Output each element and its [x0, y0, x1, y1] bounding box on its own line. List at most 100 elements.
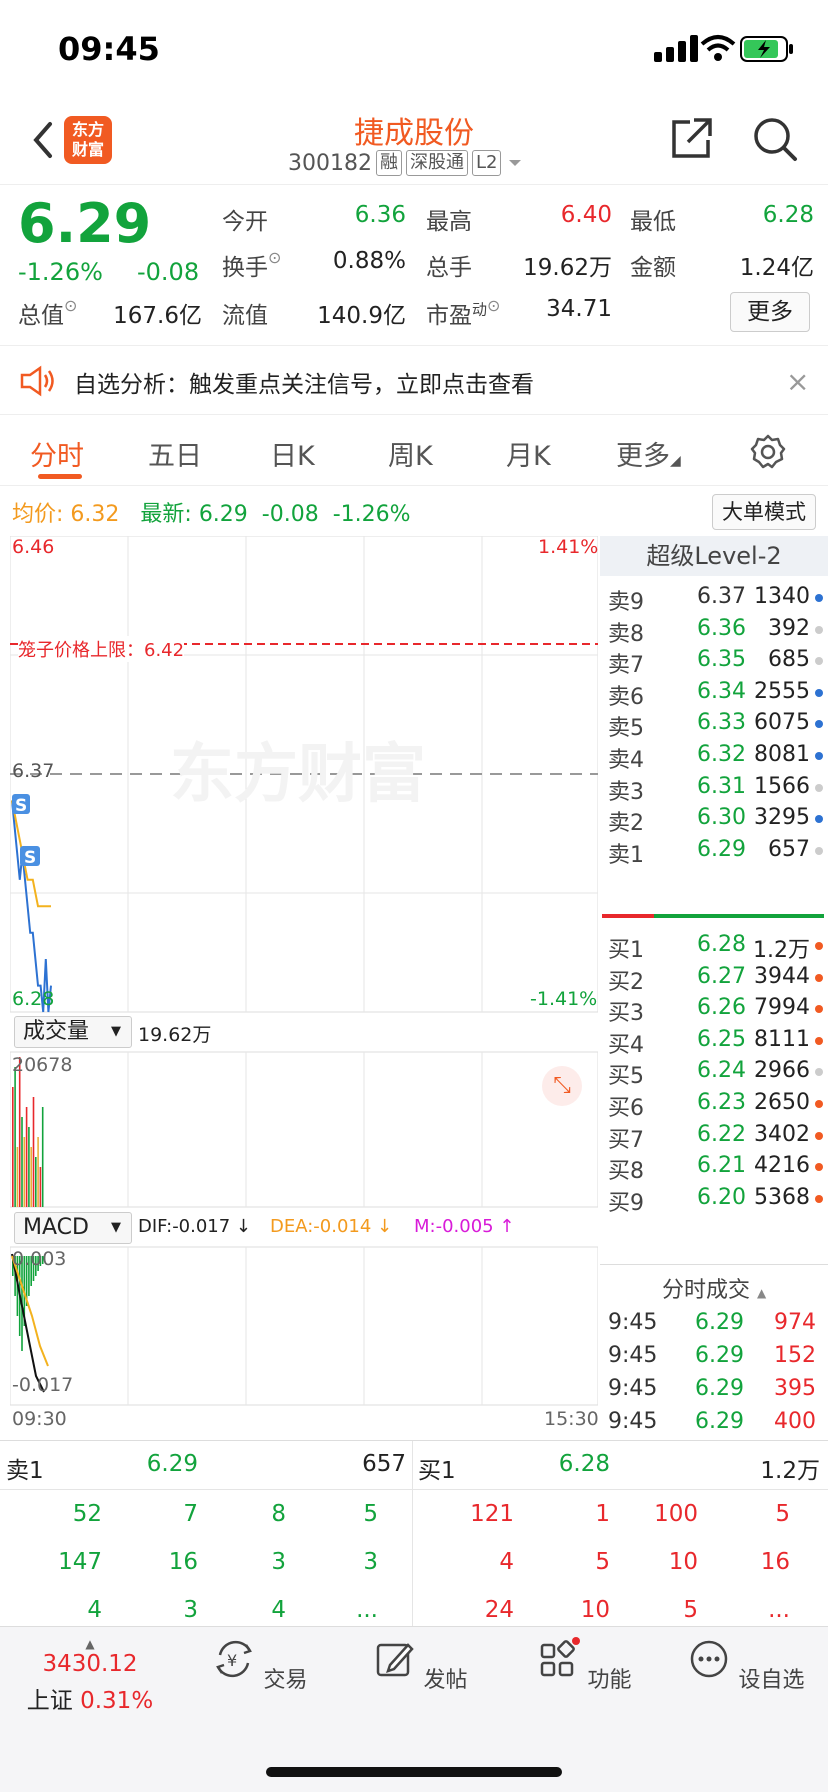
order-row[interactable]: 卖1 6.29 657 [608, 833, 823, 869]
order-volume: 7994 [754, 995, 810, 1021]
stock-code-row[interactable]: 300182 融 深股通 L2 [288, 150, 525, 176]
open-label: 今开 [222, 209, 268, 235]
prev-close-label: 6.37 [12, 760, 55, 782]
battery-icon [740, 36, 793, 62]
notice-text: 自选分析：触发重点关注信号，立即点击查看 [74, 372, 534, 398]
divider [600, 1264, 828, 1265]
svg-text:S: S [15, 796, 27, 816]
order-dot [815, 752, 823, 760]
order-dot [815, 815, 823, 824]
search-icon[interactable] [752, 116, 798, 162]
intraday-chart[interactable]: 东方财富 S S 6.46 1.41% 笼子价格上限：6.42 6.37 6.2… [10, 536, 599, 1440]
order-row[interactable]: 卖6 6.34 2555 [608, 675, 823, 711]
queue-volume: 4 [87, 1597, 102, 1623]
order-row[interactable]: 卖8 6.36 392 [608, 612, 823, 648]
order-row[interactable]: 卖3 6.31 1566 [608, 770, 823, 806]
expand-icon[interactable]: ⤡ [542, 1066, 582, 1106]
tab-more[interactable]: 更多◢ [616, 434, 681, 473]
order-row[interactable]: 卖4 6.32 8081 [608, 738, 823, 774]
dif-line [11, 1253, 45, 1393]
queue-volume: 16 [168, 1549, 198, 1575]
level2-panel: 超级Level-2 卖9 6.37 1340 卖8 6.36 392 卖7 6.35 685 卖6… [600, 536, 828, 1440]
nav-post[interactable]: 发帖 [360, 1637, 480, 1694]
volume-bar [37, 1137, 39, 1207]
nav-add-watchlist[interactable]: 设自选 [686, 1637, 806, 1694]
order-volume: 2555 [754, 678, 810, 704]
avg-price: 6.32 [70, 502, 120, 527]
tab-weekly-k[interactable]: 周K [388, 434, 433, 473]
volume-bar [32, 1097, 35, 1207]
queue-volume: 8 [271, 1501, 286, 1527]
tab-monthly-k[interactable]: 月K [506, 434, 551, 473]
order-row[interactable]: 买6 6.23 2650 [608, 1086, 823, 1122]
order-row[interactable]: 买2 6.27 3944 [608, 960, 823, 996]
order-row[interactable]: 卖7 6.35 685 [608, 643, 823, 679]
trade-row: 9:45 6.29 400 [608, 1405, 823, 1443]
order-row[interactable]: 买8 6.21 4216 [608, 1149, 823, 1185]
order-volume: 685 [768, 647, 810, 673]
trade-time: 9:45 [608, 1376, 658, 1401]
share-icon[interactable] [668, 116, 714, 162]
volume-indicator-select[interactable]: 成交量 ▼ [14, 1016, 132, 1048]
tab-five-day[interactable]: 五日 [148, 434, 202, 473]
volume-bar [18, 1057, 21, 1207]
amount-label: 金额 [630, 255, 676, 281]
quote-panel: 6.29 -1.26% -0.08 今开 6.36 最高 6.40 最低 6.2… [0, 186, 828, 346]
macd-pane-frame [10, 1246, 598, 1406]
trade-time: 9:45 [608, 1409, 658, 1434]
order-row[interactable]: 卖5 6.33 6075 [608, 706, 823, 742]
change-amount: -0.08 [137, 258, 200, 286]
order-level: 买9 [608, 1190, 644, 1216]
queue-volume: 7 [183, 1501, 198, 1527]
queue-volume: 4 [271, 1597, 286, 1623]
volume-pane-frame [10, 1051, 598, 1208]
market-cap-label[interactable]: 总值⊙ [18, 296, 77, 330]
order-row[interactable]: 买5 6.24 2966 [608, 1054, 823, 1090]
status-bar: 09:45 [0, 0, 828, 100]
nav-trade[interactable]: ¥ 交易 [200, 1637, 320, 1694]
order-dot [815, 1163, 823, 1172]
order-row[interactable]: 买7 6.22 3402 [608, 1118, 823, 1154]
more-button[interactable]: 更多 [730, 292, 810, 332]
queue-volume: 10 [668, 1549, 698, 1575]
order-row[interactable]: 买4 6.25 8111 [608, 1023, 823, 1059]
notice-bar[interactable]: 自选分析：触发重点关注信号，立即点击查看 × [0, 347, 828, 415]
tab-daily-k[interactable]: 日K [270, 434, 315, 473]
order-row[interactable]: 买3 6.26 7994 [608, 991, 823, 1027]
volume-bar [30, 1147, 32, 1207]
order-row[interactable]: 买9 6.20 5368 [608, 1181, 823, 1217]
close-icon[interactable]: × [786, 365, 809, 398]
trade-price: 6.29 [695, 1409, 744, 1434]
order-volume: 1340 [754, 584, 810, 609]
queue-volume: 3 [271, 1549, 286, 1575]
order-volume: 3295 [754, 805, 810, 831]
trades-title[interactable]: 分时成交 ▲ [662, 1272, 766, 1304]
watermark: 东方财富 [170, 738, 426, 812]
trade-volume: 400 [774, 1409, 816, 1434]
order-dot [815, 688, 823, 697]
turnover-label[interactable]: 换手⊙ [222, 248, 281, 282]
big-order-mode-button[interactable]: 大单模式 [712, 494, 816, 530]
pe-label[interactable]: 市盈动⊙ [426, 296, 500, 330]
buy-pressure-bar [654, 914, 824, 918]
y-max-pct-label: 1.41% [538, 536, 599, 558]
index-value: 3430.12 [42, 1651, 138, 1677]
status-time: 09:45 [58, 30, 160, 68]
chart-canvas: 东方财富 S S [10, 536, 598, 1406]
nav-functions[interactable]: 功能 [524, 1637, 644, 1694]
level2-title[interactable]: 超级Level-2 [600, 536, 828, 576]
trade-time: 9:45 [608, 1343, 658, 1368]
index-ticker[interactable]: ▲ 3430.12 上证 0.31% [20, 1637, 160, 1715]
queue-volume: 100 [654, 1501, 698, 1527]
order-row[interactable]: 买1 6.28 1.2万 [608, 928, 823, 964]
order-row[interactable]: 卖9 6.37 1340 [608, 580, 823, 616]
dea-value: DEA:-0.014 ↓ [270, 1216, 393, 1237]
high-label: 最高 [426, 209, 472, 235]
tab-intraday[interactable]: 分时 [30, 434, 84, 473]
queue-volume: 121 [470, 1501, 514, 1527]
macd-indicator-select[interactable]: MACD ▼ [14, 1212, 132, 1244]
order-volume: 6075 [754, 710, 810, 736]
order-row[interactable]: 卖2 6.30 3295 [608, 801, 823, 837]
order-volume: 392 [768, 615, 810, 641]
settings-gear-icon[interactable] [750, 434, 786, 470]
